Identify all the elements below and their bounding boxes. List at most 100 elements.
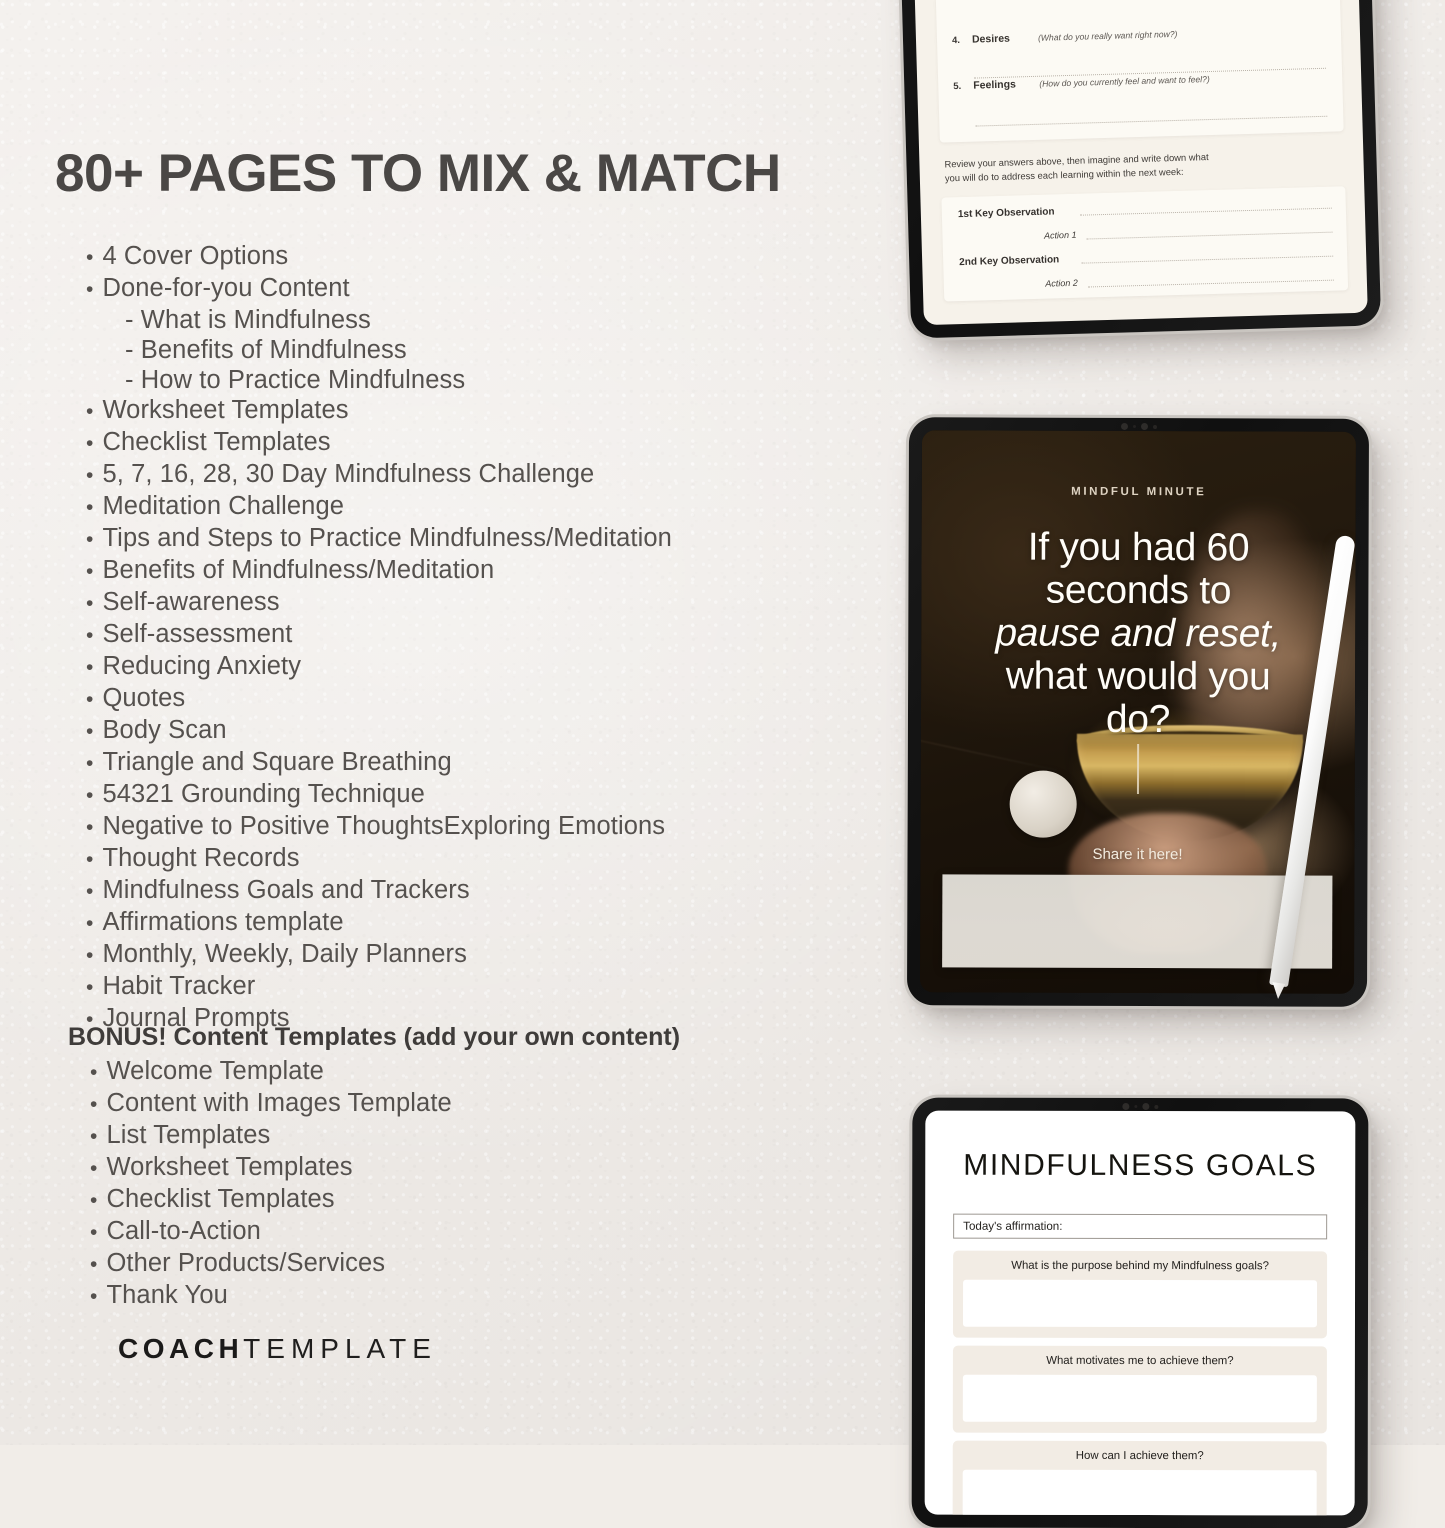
observation-input-line[interactable] — [1079, 199, 1332, 216]
feature-list-item: Negative to Positive ThoughtsExploring E… — [86, 811, 846, 843]
worksheet-observations-card: 1st Key Observation Action 1 2nd Key Obs… — [941, 186, 1349, 302]
feature-list-item: Triangle and Square Breathing — [86, 747, 846, 779]
mallet-stick — [920, 736, 1057, 772]
camera-array-icon — [1122, 1102, 1159, 1111]
goal-answer-field[interactable] — [962, 1469, 1317, 1516]
todays-affirmation-field[interactable]: Today's affirmation: — [953, 1213, 1328, 1240]
feature-list-item: Monthly, Weekly, Daily Planners — [86, 939, 846, 971]
observation-label: Action 1 — [1043, 229, 1077, 241]
feature-list-item: Meditation Challenge — [86, 491, 846, 523]
tablet-worksheet-screen: 3. Frustrations (What things are frustra… — [908, 0, 1368, 326]
quote-line-3-italic: pause and reset, — [995, 611, 1282, 656]
feature-list-item: Worksheet Templates — [86, 395, 846, 427]
quote-text: If you had 60 seconds to pause and reset… — [955, 525, 1322, 741]
bonus-list-item: Worksheet Templates — [90, 1152, 858, 1184]
bonus-section: BONUS! Content Templates (add your own c… — [68, 1022, 858, 1312]
worksheet-question-row: 4. Desires (What do you really want righ… — [952, 24, 1326, 46]
goal-question: What is the purpose behind my Mindfulnes… — [1011, 1259, 1269, 1273]
observation-row: Action 2 — [960, 271, 1334, 291]
feature-list-item: 4 Cover Options — [86, 241, 846, 273]
logo-template-text: TEMPLATE — [243, 1333, 437, 1364]
feature-list-item: Habit Tracker — [86, 971, 846, 1003]
logo-coach-text: COACH — [118, 1333, 244, 1364]
sensor-icon — [1134, 1104, 1138, 1108]
worksheet-intro-text: Review your answers above, then imagine … — [944, 147, 1334, 186]
page-title: 80+ PAGES TO MIX & MATCH — [55, 144, 781, 203]
feature-list-item: Self-awareness — [86, 587, 846, 619]
worksheet-page: 3. Frustrations (What things are frustra… — [908, 0, 1368, 325]
worksheet-questions-card: 3. Frustrations (What things are frustra… — [935, 0, 1344, 143]
brand-logo: COACH TEMPLATE — [118, 1333, 437, 1365]
feature-list-item: Checklist Templates — [86, 427, 846, 459]
camera-lens-icon — [1120, 422, 1129, 430]
goal-block: What is the purpose behind my Mindfulnes… — [952, 1250, 1328, 1339]
question-hint: (What do you really want right now?) — [1037, 28, 1178, 43]
quote-line-2: seconds to — [1045, 568, 1232, 613]
feature-list-item: 5, 7, 16, 28, 30 Day Mindfulness Challen… — [86, 459, 846, 491]
sensor-icon — [1152, 424, 1158, 429]
goal-question: What motivates me to achieve them? — [1046, 1354, 1234, 1368]
quote-divider-line — [1136, 743, 1139, 795]
feature-list-item: Mindfulness Goals and Trackers — [86, 875, 846, 907]
question-label: Desires — [971, 32, 1011, 46]
question-hint: (How do you currently feel and want to f… — [1039, 74, 1210, 89]
observation-row: 2nd Key Observation — [959, 247, 1334, 269]
feature-list-item: Tips and Steps to Practice Mindfulness/M… — [86, 523, 846, 555]
camera-lens-icon — [1140, 423, 1149, 431]
feature-list-item: Done-for-you Content — [86, 273, 846, 305]
mallet-head — [1009, 770, 1078, 839]
left-content-panel: 80+ PAGES TO MIX & MATCH 4 Cover Options… — [0, 0, 880, 1445]
bonus-list-item: Content with Images Template — [90, 1088, 858, 1120]
feature-list-item: Benefits of Mindfulness/Meditation — [86, 555, 846, 587]
quote-line-5: do? — [1105, 697, 1171, 742]
bonus-list: Welcome TemplateContent with Images Temp… — [68, 1056, 858, 1312]
tablet-worksheet-device: 3. Frustrations (What things are frustra… — [894, 0, 1382, 339]
quote-line-4: what would you — [1005, 654, 1271, 699]
bonus-list-item: Call-to-Action — [90, 1216, 858, 1248]
bonus-list-item: Welcome Template — [90, 1056, 858, 1088]
goal-question: How can I achieve them? — [1075, 1449, 1204, 1463]
todays-affirmation-label: Today's affirmation: — [963, 1219, 1063, 1233]
goals-page-title: MINDFULNESS GOALS — [963, 1148, 1318, 1183]
question-number: 4. — [951, 34, 961, 47]
quote-eyebrow-label: MINDFUL MINUTE — [1071, 485, 1207, 499]
observation-label: 2nd Key Observation — [959, 254, 1060, 269]
goal-block: How can I achieve them? — [952, 1440, 1327, 1516]
bonus-list-item: Checklist Templates — [90, 1184, 858, 1216]
feature-list-item: - What is Mindfulness — [125, 306, 371, 334]
goal-block: What motivates me to achieve them? — [952, 1345, 1327, 1434]
observation-label: Action 2 — [1045, 277, 1078, 289]
goal-answer-field[interactable] — [962, 1374, 1317, 1423]
bonus-list-item: Other Products/Services — [90, 1248, 858, 1280]
observation-input-line[interactable] — [1081, 247, 1334, 264]
bonus-heading: BONUS! Content Templates (add your own c… — [68, 1023, 681, 1051]
observation-input-line[interactable] — [1086, 223, 1333, 240]
feature-list-item: Self-assessment — [86, 619, 846, 651]
camera-lens-icon — [1122, 1102, 1130, 1110]
feature-list-item: Quotes — [86, 683, 846, 715]
goal-answer-field[interactable] — [962, 1279, 1318, 1328]
observation-row: Action 1 — [958, 223, 1333, 243]
tablet-goals-device: MINDFULNESS GOALS Today's affirmation: W… — [911, 1097, 1369, 1528]
feature-list-item: 54321 Grounding Technique — [86, 779, 846, 811]
observation-row: 1st Key Observation — [958, 199, 1332, 220]
bonus-list-item: Thank You — [90, 1280, 858, 1312]
sensor-icon — [1132, 424, 1137, 428]
observation-label: 1st Key Observation — [957, 206, 1055, 221]
feature-list-item: Thought Records — [86, 843, 846, 875]
feature-list-item: Body Scan — [86, 715, 846, 747]
tablet-quote-device: MINDFUL MINUTE If you had 60 seconds to … — [906, 417, 1370, 1007]
camera-array-icon — [1120, 422, 1158, 431]
feature-list-item: - How to Practice Mindfulness — [125, 366, 466, 394]
bonus-list-item: List Templates — [90, 1120, 858, 1152]
feature-list-item: Affirmations template — [86, 907, 846, 939]
question-number: 5. — [953, 80, 962, 93]
tablet-goals-screen: MINDFULNESS GOALS Today's affirmation: W… — [924, 1110, 1356, 1516]
question-label: Feelings — [973, 78, 1017, 92]
quote-line-1: If you had 60 — [1027, 525, 1250, 570]
worksheet-answer-line — [975, 115, 1328, 127]
sensor-icon — [1154, 1104, 1159, 1109]
observation-input-line[interactable] — [1087, 271, 1334, 287]
feature-list-item: - Benefits of Mindfulness — [125, 336, 407, 364]
camera-lens-icon — [1142, 1103, 1150, 1111]
